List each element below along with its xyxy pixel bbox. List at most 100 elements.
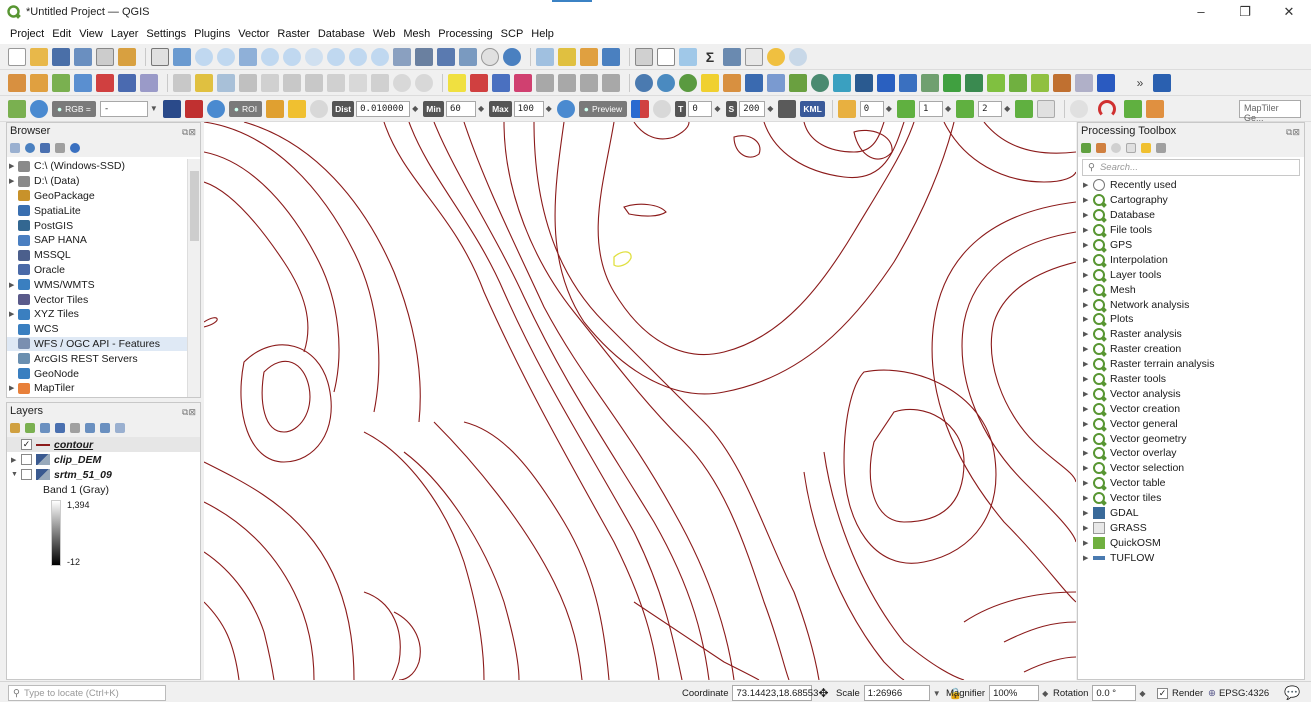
expand-arrow-icon[interactable]: ▶: [1083, 449, 1093, 457]
expand-arrow-icon[interactable]: ▶: [1083, 479, 1093, 487]
crs-group[interactable]: ⊕ EPSG:4326: [1208, 685, 1269, 701]
scp-band-plus-icon[interactable]: [162, 99, 181, 118]
plugin-arr-icon[interactable]: [1097, 73, 1115, 92]
expand-arrow-icon[interactable]: ▶: [1083, 315, 1093, 323]
add-vector-layer-icon[interactable]: [52, 73, 70, 92]
t-spinner-icon[interactable]: ◆: [714, 104, 720, 113]
open-layer-styling-icon[interactable]: [10, 423, 20, 433]
expand-arrow-icon[interactable]: ▶: [1083, 539, 1093, 547]
menu-database[interactable]: Database: [318, 28, 365, 40]
locator-search-input[interactable]: ⚲ Type to locate (Ctrl+K): [8, 685, 166, 701]
expand-arrow-icon[interactable]: ▶: [1083, 554, 1093, 562]
expand-arrow-icon[interactable]: ▶: [1083, 494, 1093, 502]
undo-icon[interactable]: [393, 73, 411, 92]
band-input-1[interactable]: 0: [859, 100, 884, 117]
expand-arrow-icon[interactable]: ▶: [1083, 375, 1093, 383]
map-tips-icon[interactable]: [723, 47, 741, 66]
plugin-warning-icon[interactable]: [701, 73, 719, 92]
add-feature-icon[interactable]: [261, 73, 279, 92]
plugin-check-icon[interactable]: [987, 73, 1005, 92]
new-project-icon[interactable]: [8, 47, 26, 66]
browser-item[interactable]: Vector Tiles: [7, 292, 187, 307]
t-input[interactable]: 0: [688, 100, 713, 117]
expand-arrow-icon[interactable]: ▶: [1083, 256, 1093, 264]
coordinate-input[interactable]: 73.14423,18.68553: [732, 685, 818, 701]
menu-vector[interactable]: Vector: [238, 28, 269, 40]
rotation-input[interactable]: 0.0 °: [1092, 685, 1137, 701]
refresh-browser-icon[interactable]: [25, 143, 35, 153]
new-gpkg-layer-icon[interactable]: [118, 73, 136, 92]
cut-features-icon[interactable]: [327, 73, 345, 92]
plugin-map-search-icon[interactable]: [1124, 99, 1143, 118]
browser-item[interactable]: ▶ C:\ (Windows-SSD): [7, 159, 187, 174]
expand-arrow-icon[interactable]: ▶: [1083, 435, 1093, 443]
identify-features-icon[interactable]: [536, 47, 554, 66]
expand-arrow-icon[interactable]: ▶: [1083, 345, 1093, 353]
text-annotation-icon[interactable]: [745, 47, 763, 66]
toolbox-provider-item[interactable]: ▶ Vector table: [1078, 476, 1304, 491]
scp-next-band-3-icon[interactable]: [1015, 99, 1034, 118]
overflow-chevron-icon[interactable]: »: [1131, 74, 1149, 92]
plugin-clip-icon[interactable]: [1075, 73, 1093, 92]
new-bookmark-icon[interactable]: [437, 47, 455, 66]
collapse-all-icon[interactable]: [55, 143, 65, 153]
layout-manager-icon[interactable]: [96, 47, 114, 66]
plugin-scp-icon[interactable]: [745, 73, 763, 92]
plugin-check3-icon[interactable]: [1031, 73, 1049, 92]
browser-item[interactable]: ▶ D:\ (Data): [7, 174, 187, 189]
add-raster-layer-icon[interactable]: [74, 73, 92, 92]
maptiler-arc-icon[interactable]: [1098, 99, 1117, 118]
zoom-native-icon[interactable]: [327, 47, 345, 66]
browser-item[interactable]: GeoPackage: [7, 189, 187, 204]
filter-legend-icon[interactable]: [55, 423, 65, 433]
toolbox-provider-item[interactable]: ▶ Raster terrain analysis: [1078, 357, 1304, 372]
browser-item[interactable]: ▶ MapTiler: [7, 381, 187, 396]
s-spinner-icon[interactable]: ◆: [767, 104, 773, 113]
menu-settings[interactable]: Settings: [146, 28, 186, 40]
scp-zoom-preview-icon[interactable]: [556, 99, 575, 118]
scp-grid-icon[interactable]: [1037, 99, 1056, 118]
deselect-features-icon[interactable]: [580, 47, 598, 66]
minimize-button[interactable]: –: [1179, 0, 1223, 24]
expand-arrow-icon[interactable]: ▶: [1083, 181, 1093, 189]
menu-processing[interactable]: Processing: [438, 28, 492, 40]
label-change-icon[interactable]: [580, 73, 598, 92]
scp-roi-add-icon[interactable]: [288, 99, 307, 118]
layers-stack-icon[interactable]: [1070, 99, 1089, 118]
select-features-icon[interactable]: [558, 47, 576, 66]
plugin-bars-icon[interactable]: [943, 73, 961, 92]
expand-arrow-icon[interactable]: ▶: [11, 456, 21, 464]
scp-band-set-icon[interactable]: [837, 99, 856, 118]
label-highlight-icon[interactable]: [492, 73, 510, 92]
plugin-download-icon[interactable]: [899, 73, 917, 92]
magnifier-spinner-icon[interactable]: ◆: [1042, 689, 1048, 698]
expand-arrow-icon[interactable]: ▶: [1083, 420, 1093, 428]
browser-item[interactable]: WFS / OGC API - Features: [7, 336, 187, 352]
plugin-pencil-icon[interactable]: [1146, 99, 1165, 118]
expand-arrow-icon[interactable]: ▶: [1083, 524, 1093, 532]
toolbox-provider-item[interactable]: ▶ Raster creation: [1078, 342, 1304, 357]
browser-item[interactable]: ArcGIS REST Servers: [7, 351, 187, 366]
kml-label[interactable]: KML: [800, 100, 825, 117]
help-plugin-icon[interactable]: [1153, 73, 1171, 92]
collapse-all-layers-icon[interactable]: [100, 423, 110, 433]
plugin-snowflake-icon[interactable]: [921, 73, 939, 92]
edit-features-inplace-icon[interactable]: [1141, 143, 1151, 153]
history-icon[interactable]: [1111, 143, 1121, 153]
band-spinner-1-icon[interactable]: ◆: [886, 104, 892, 113]
zoom-rubberband-icon[interactable]: [239, 47, 257, 66]
toolbox-provider-item[interactable]: ▶ Vector tiles: [1078, 491, 1304, 506]
scp-dock-icon[interactable]: [8, 99, 26, 118]
toolbox-search-input[interactable]: ⚲ Search...: [1082, 159, 1300, 176]
plugin-search-globe-icon[interactable]: [657, 73, 675, 92]
plugin-bug-icon[interactable]: [1053, 73, 1071, 92]
toggle-editing-icon[interactable]: [195, 73, 213, 92]
panel-float-close-icon[interactable]: ⧉⊠: [182, 124, 196, 140]
new-layer-icon[interactable]: [30, 73, 48, 92]
label-properties-icon[interactable]: [602, 73, 620, 92]
add-group-icon[interactable]: [25, 423, 35, 433]
toolbox-provider-item[interactable]: ▶ GPS: [1078, 238, 1304, 253]
menu-plugins[interactable]: Plugins: [194, 28, 230, 40]
zoom-out-icon[interactable]: [217, 47, 235, 66]
scale-dropdown-icon[interactable]: ▼: [933, 689, 941, 698]
